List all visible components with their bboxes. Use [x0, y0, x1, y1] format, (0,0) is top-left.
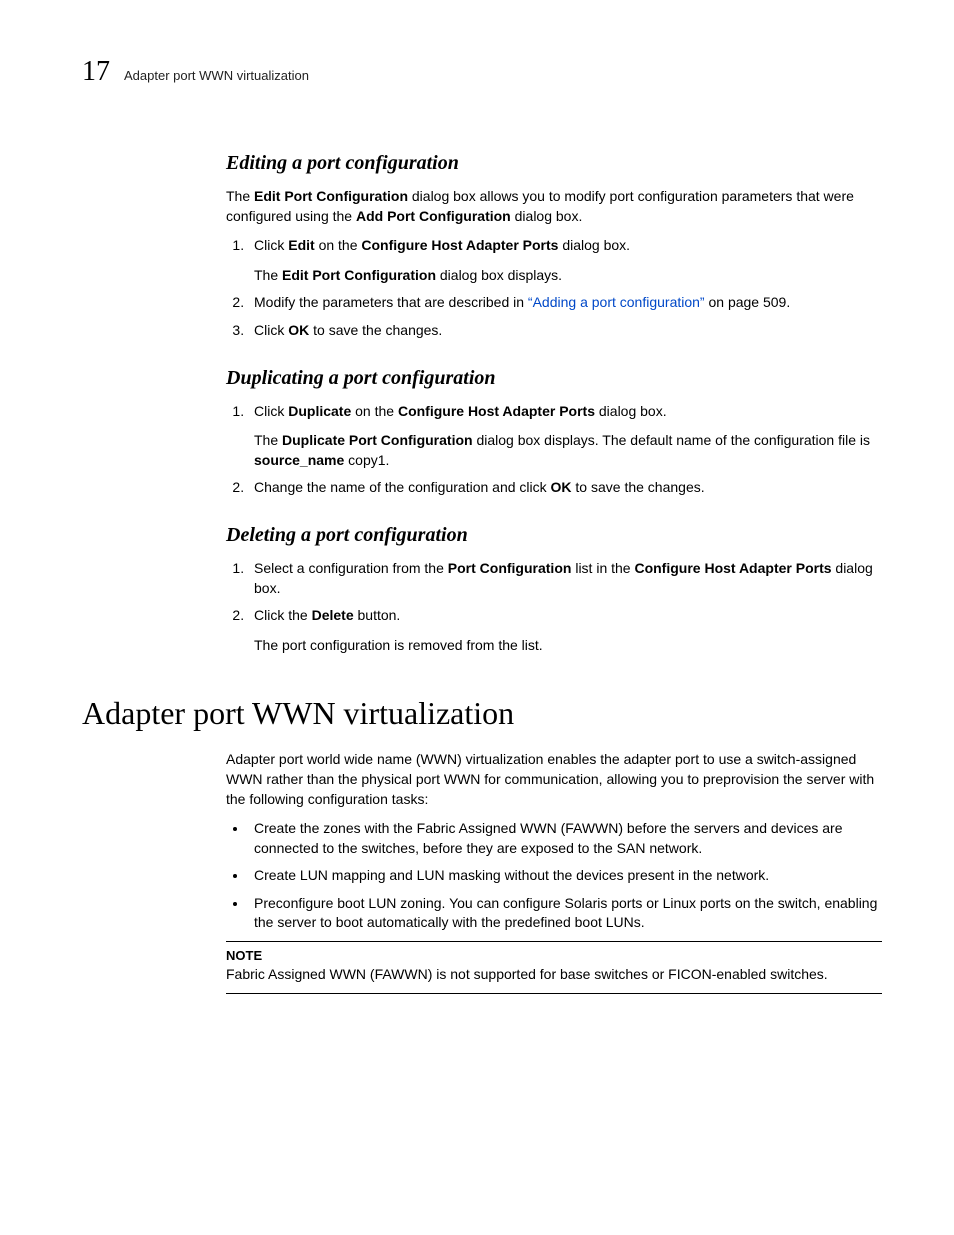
note-block: NOTE Fabric Assigned WWN (FAWWN) is not …	[226, 941, 882, 994]
list-item: Click the Delete button. The port config…	[248, 606, 882, 655]
bold-term: Port Configuration	[448, 560, 572, 576]
sub-paragraph: The Edit Port Configuration dialog box d…	[254, 266, 882, 286]
list-item: Click Duplicate on the Configure Host Ad…	[248, 402, 882, 471]
text: dialog box displays.	[436, 267, 562, 283]
text: Modify the parameters that are described…	[254, 294, 528, 310]
paragraph: The Edit Port Configuration dialog box a…	[226, 187, 882, 226]
text: The	[254, 267, 282, 283]
text: Change the name of the configuration and…	[254, 479, 551, 495]
text: Click	[254, 237, 288, 253]
bold-term: Edit Port Configuration	[282, 267, 436, 283]
ordered-list: Click Duplicate on the Configure Host Ad…	[226, 402, 882, 498]
list-item: Click OK to save the changes.	[248, 321, 882, 341]
list-item: Preconfigure boot LUN zoning. You can co…	[248, 894, 882, 933]
text: Click	[254, 403, 288, 419]
heading-duplicating: Duplicating a port configuration	[226, 367, 882, 390]
text: on the	[315, 237, 362, 253]
running-header: 17 Adapter port WWN virtualization	[82, 56, 882, 88]
list-item: Modify the parameters that are described…	[248, 293, 882, 313]
bold-term: Configure Host Adapter Ports	[398, 403, 595, 419]
bold-term: OK	[551, 479, 572, 495]
text: The	[226, 188, 254, 204]
sub-paragraph: The port configuration is removed from t…	[254, 636, 882, 656]
bold-term: Delete	[312, 607, 354, 623]
page: 17 Adapter port WWN virtualization Editi…	[0, 0, 954, 994]
text: to save the changes.	[309, 322, 442, 338]
text: copy1.	[344, 452, 389, 468]
text: The	[254, 432, 282, 448]
text: Click the	[254, 607, 312, 623]
content-body: Editing a port configuration The Edit Po…	[226, 152, 882, 655]
heading-deleting: Deleting a port configuration	[226, 524, 882, 547]
text: dialog box.	[558, 237, 630, 253]
text: Click	[254, 322, 288, 338]
list-item: Click Edit on the Configure Host Adapter…	[248, 236, 882, 285]
note-label: NOTE	[226, 948, 882, 963]
paragraph: Adapter port world wide name (WWN) virtu…	[226, 750, 882, 809]
note-text: Fabric Assigned WWN (FAWWN) is not suppo…	[226, 966, 828, 982]
heading-editing: Editing a port configuration	[226, 152, 882, 175]
ordered-list: Select a configuration from the Port Con…	[226, 559, 882, 655]
bold-term: Duplicate	[288, 403, 351, 419]
bold-term: Configure Host Adapter Ports	[361, 237, 558, 253]
bold-term: OK	[288, 322, 309, 338]
cross-reference-link[interactable]: “Adding a port configuration”	[528, 294, 705, 310]
running-title: Adapter port WWN virtualization	[124, 68, 309, 83]
text: dialog box.	[511, 208, 583, 224]
bold-term: source_name	[254, 452, 344, 468]
list-item: Select a configuration from the Port Con…	[248, 559, 882, 598]
text: to save the changes.	[572, 479, 705, 495]
text: dialog box displays. The default name of…	[473, 432, 870, 448]
content-body: Adapter port world wide name (WWN) virtu…	[226, 750, 882, 993]
ordered-list: Click Edit on the Configure Host Adapter…	[226, 236, 882, 340]
text: Select a configuration from the	[254, 560, 448, 576]
text: list in the	[571, 560, 634, 576]
text: The port configuration is removed from t…	[254, 637, 543, 653]
text: dialog box.	[595, 403, 667, 419]
list-item: Change the name of the configuration and…	[248, 478, 882, 498]
bold-term: Duplicate Port Configuration	[282, 432, 473, 448]
heading-adapter-wwn: Adapter port WWN virtualization	[82, 695, 882, 732]
unordered-list: Create the zones with the Fabric Assigne…	[226, 819, 882, 933]
sub-paragraph: The Duplicate Port Configuration dialog …	[254, 431, 882, 470]
list-item: Create the zones with the Fabric Assigne…	[248, 819, 882, 858]
text: button.	[354, 607, 401, 623]
bold-term: Add Port Configuration	[356, 208, 511, 224]
chapter-number: 17	[82, 56, 110, 88]
bold-term: Configure Host Adapter Ports	[634, 560, 831, 576]
list-item: Create LUN mapping and LUN masking witho…	[248, 866, 882, 886]
text: on the	[351, 403, 398, 419]
bold-term: Edit	[288, 237, 314, 253]
text: on page 509.	[705, 294, 791, 310]
bold-term: Edit Port Configuration	[254, 188, 408, 204]
